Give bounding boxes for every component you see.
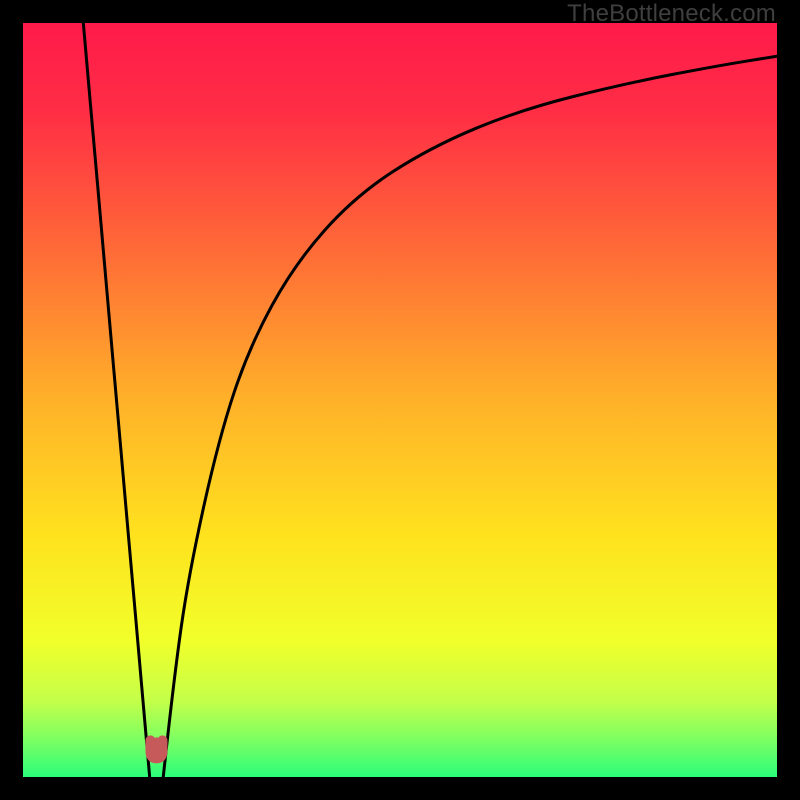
watermark-text: TheBottleneck.com <box>567 0 776 28</box>
chart-plot-area <box>23 23 777 777</box>
chart-svg <box>23 23 777 777</box>
chart-frame: TheBottleneck.com <box>0 0 800 800</box>
optimal-point-marker <box>150 740 162 758</box>
chart-background-gradient <box>23 23 777 777</box>
